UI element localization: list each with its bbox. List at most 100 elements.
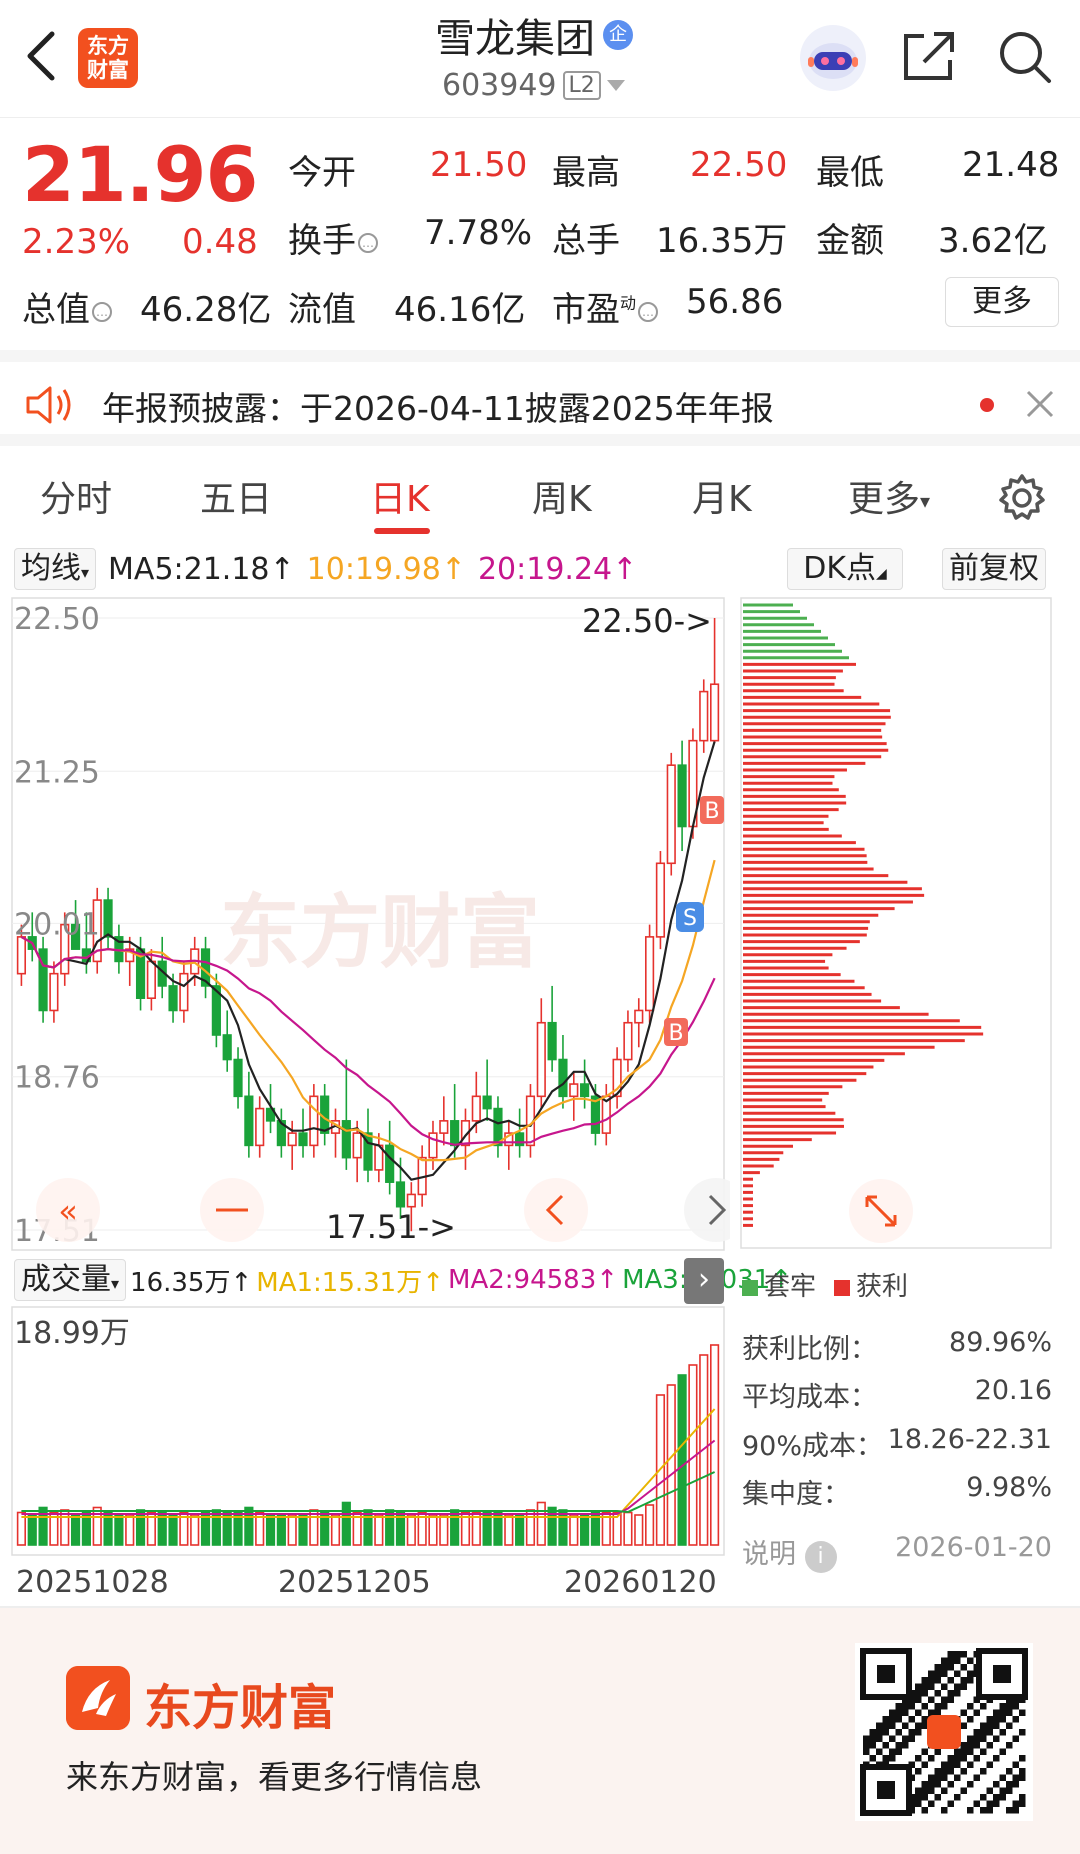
chip-expand-button[interactable] (849, 1179, 913, 1243)
ai-assistant-icon[interactable] (800, 25, 866, 91)
qr-module (967, 1670, 974, 1677)
eastmoney-logo[interactable]: 东方 财富 (78, 28, 138, 88)
pe-label[interactable]: 市盈动… (552, 282, 660, 331)
scroll-far-left-button[interactable]: « (36, 1178, 100, 1242)
qr-module (947, 1657, 954, 1664)
qr-module (895, 1716, 902, 1723)
tab-intraday[interactable]: 分时 (40, 470, 112, 522)
indicator-select-label: 均线 (21, 551, 81, 586)
float-cap-label: 流值 (288, 290, 356, 330)
qr-module (967, 1748, 974, 1755)
volume-bar (287, 1514, 297, 1546)
y-axis-label: 20.01 (14, 907, 100, 942)
gear-icon[interactable] (996, 472, 1048, 524)
kline-chart[interactable]: 东方财富 22.5021.2520.0118.7617.51 22.50-> 1… (0, 590, 730, 1252)
corner-caret-icon: ◢ (876, 566, 887, 582)
volume-bar (135, 1509, 146, 1546)
qr-module (980, 1768, 987, 1775)
qr-module (895, 1748, 902, 1755)
price-adjust-select[interactable]: 前复权 (942, 548, 1046, 590)
volume-select[interactable]: 成交量▾ (14, 1259, 127, 1301)
tab-monthly-k[interactable]: 月K (692, 470, 752, 522)
qr-module (999, 1794, 1006, 1801)
share-icon[interactable] (900, 28, 958, 84)
qr-module (947, 1677, 954, 1684)
candle-body (168, 985, 178, 1012)
qr-module (960, 1755, 967, 1762)
volume-bar (677, 1374, 687, 1546)
qr-module (928, 1800, 935, 1807)
tab-daily-k[interactable]: 日K (370, 470, 430, 522)
buy-marker-lower-text: B (668, 1021, 683, 1046)
tab-weekly-k[interactable]: 周K (532, 470, 592, 522)
turnover-value: 7.78% (424, 213, 533, 253)
turnover-label[interactable]: 换手… (288, 213, 380, 262)
qr-module (895, 1703, 902, 1710)
qr-module (980, 1722, 987, 1729)
market-cap-label[interactable]: 总值… (22, 282, 114, 331)
expand-panel-button[interactable]: › (684, 1258, 724, 1304)
qr-module (967, 1657, 974, 1664)
qr-module (947, 1768, 954, 1775)
up-arrow-icon: ↑ (612, 551, 638, 587)
qr-module (915, 1722, 922, 1729)
logo-text-bottom: 财富 (87, 58, 129, 82)
enterprise-badge-icon: 企 (603, 20, 633, 50)
y-axis-label: 18.76 (14, 1061, 100, 1096)
notice-bar[interactable]: 年报预披露：于2026-04-11披露2025年年报 (0, 350, 1080, 446)
stat-average-cost: 平均成本： 20.16 (742, 1375, 1052, 1414)
candle-body (287, 1132, 297, 1147)
qr-module (869, 1755, 876, 1762)
qr-module (882, 1755, 889, 1762)
qr-module (889, 1748, 896, 1755)
qr-module (973, 1709, 980, 1716)
scroll-right-button[interactable] (684, 1178, 730, 1242)
stat-label: 90%成本： (742, 1431, 884, 1462)
scroll-left-button[interactable] (524, 1178, 588, 1242)
qr-center-logo (927, 1715, 961, 1749)
qr-module (980, 1807, 987, 1814)
zoom-out-button[interactable] (200, 1178, 264, 1242)
qr-module (1012, 1807, 1019, 1814)
qr-module (934, 1794, 941, 1801)
volume-chart[interactable]: 18.99万 (0, 1305, 730, 1561)
qr-module (947, 1781, 954, 1788)
legend-trapped: 套牢 (742, 1266, 816, 1303)
tab-more[interactable]: 更多▾ (848, 470, 930, 522)
qr-module (915, 1729, 922, 1736)
back-arrow-icon[interactable] (22, 28, 62, 84)
indicator-select[interactable]: 均线▾ (14, 548, 97, 590)
qr-finder-center (877, 1781, 895, 1799)
qr-module (960, 1787, 967, 1794)
chip-explain[interactable]: 说明 i (742, 1532, 837, 1573)
qr-module (960, 1768, 967, 1775)
candle-body (244, 1095, 254, 1147)
ma5-text: MA5:21.18 (108, 551, 270, 587)
qr-module (921, 1683, 928, 1690)
close-icon[interactable] (1020, 384, 1060, 424)
tab-five-day[interactable]: 五日 (200, 470, 272, 522)
volume-bar (70, 1514, 81, 1546)
qr-module (928, 1670, 935, 1677)
qr-module (1012, 1800, 1019, 1807)
ma20-value: 20:19.24↑ (478, 552, 637, 587)
more-button[interactable]: 更多 (945, 277, 1059, 327)
qr-module (954, 1794, 961, 1801)
qr-module (1006, 1807, 1013, 1814)
notice-text: 年报预披露：于2026-04-11披露2025年年报 (102, 389, 774, 428)
qr-module (941, 1761, 948, 1768)
volume-select-label: 成交量 (21, 1262, 111, 1297)
volume-legend: 成交量▾ 16.35万↑ MA1:15.31万↑ MA2:94583↑ MA3:… (14, 1259, 792, 1301)
ma10-text: 10:19.98 (306, 551, 441, 587)
stock-code-row[interactable]: 603949 L2 (442, 68, 625, 103)
chip-distribution-chart[interactable] (735, 595, 1055, 1255)
qr-module (889, 1735, 896, 1742)
dk-point-select[interactable]: DK点◢ (787, 548, 903, 590)
qr-module (980, 1735, 987, 1742)
caret-down-icon: ▾ (111, 1274, 120, 1293)
qr-module (973, 1742, 980, 1749)
candle-body (352, 1132, 362, 1159)
qr-module (915, 1690, 922, 1697)
search-icon[interactable] (995, 28, 1053, 84)
qr-module (1006, 1703, 1013, 1710)
